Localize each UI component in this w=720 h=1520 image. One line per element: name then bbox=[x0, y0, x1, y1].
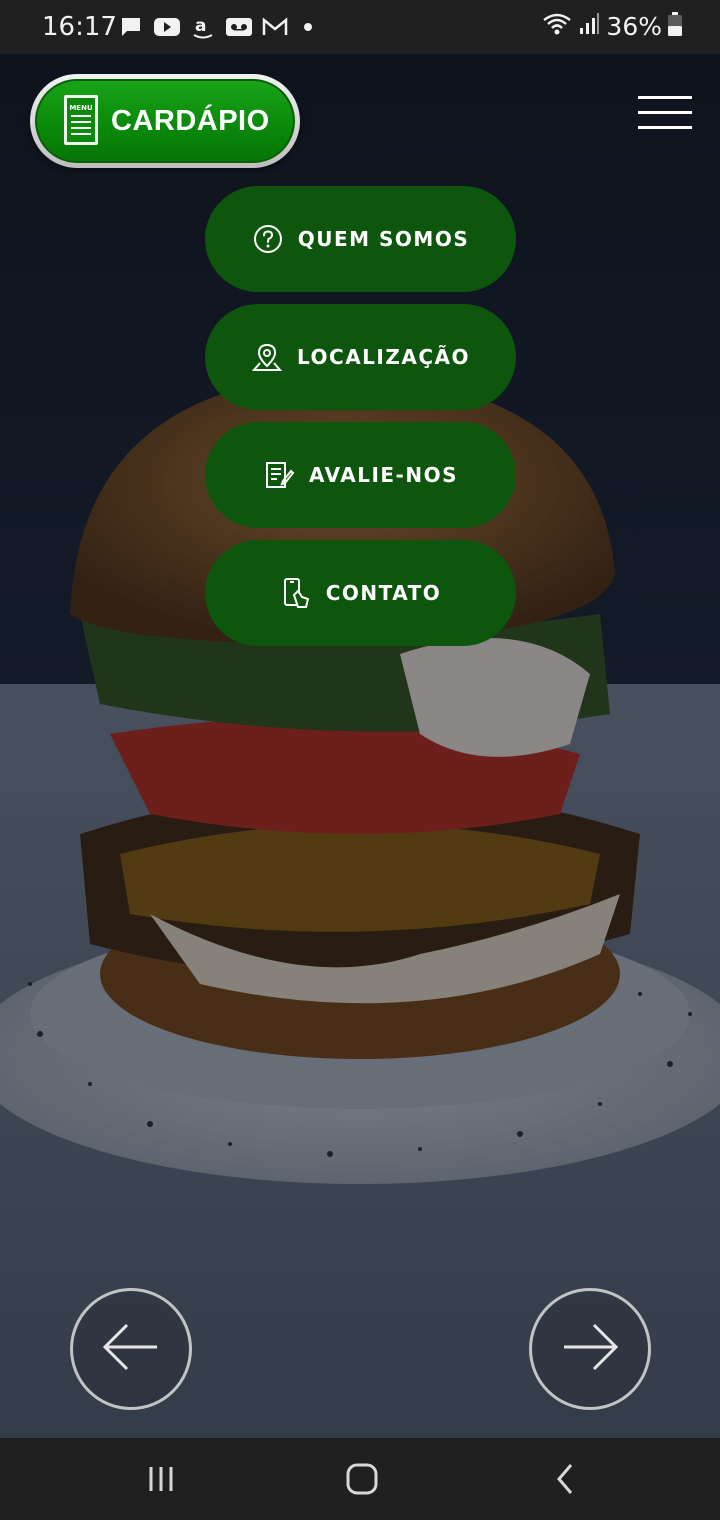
nav-contato-button[interactable]: CONTATO bbox=[205, 540, 516, 646]
arrow-right-icon bbox=[558, 1322, 622, 1377]
recent-apps-icon[interactable] bbox=[136, 1456, 186, 1502]
phone-touch-icon bbox=[280, 577, 312, 609]
logo-title: CARDÁPIO bbox=[111, 104, 270, 137]
system-navigation-bar bbox=[0, 1438, 720, 1520]
review-edit-icon bbox=[263, 459, 295, 491]
clock: 16:17 bbox=[42, 12, 117, 42]
system-status-icons: 36% bbox=[542, 12, 682, 41]
nav-label-quem-somos: QUEM SOMOS bbox=[297, 227, 470, 251]
voicemail-icon bbox=[226, 14, 252, 40]
nav-label-localizacao: LOCALIZAÇÃO bbox=[296, 345, 470, 369]
notification-icons: a bbox=[118, 14, 312, 40]
youtube-icon bbox=[154, 14, 180, 40]
question-circle-icon bbox=[252, 223, 284, 255]
nav-localizacao-button[interactable]: LOCALIZAÇÃO bbox=[205, 304, 516, 410]
more-notifications-dot bbox=[304, 23, 312, 31]
menu-badge-text: MENU bbox=[69, 104, 93, 112]
battery-percent: 36% bbox=[606, 12, 662, 41]
chat-icon bbox=[118, 14, 144, 40]
nav-avalie-nos-button[interactable]: AVALIE-NOS bbox=[205, 422, 516, 528]
svg-text:a: a bbox=[195, 16, 206, 36]
carousel-next-button[interactable] bbox=[529, 1288, 651, 1410]
gmail-icon bbox=[262, 14, 288, 40]
arrow-left-icon bbox=[99, 1322, 163, 1377]
map-pin-icon bbox=[251, 341, 283, 373]
nav-quem-somos-button[interactable]: QUEM SOMOS bbox=[205, 186, 516, 292]
battery-icon bbox=[668, 12, 682, 41]
nav-label-avalie-nos: AVALIE-NOS bbox=[308, 463, 458, 487]
hamburger-icon[interactable] bbox=[638, 96, 692, 132]
menu-booklet-icon: MENU bbox=[63, 91, 99, 152]
carousel-prev-button[interactable] bbox=[70, 1288, 192, 1410]
nav-label-contato: CONTATO bbox=[325, 581, 442, 605]
amazon-icon: a bbox=[190, 14, 216, 40]
back-icon[interactable] bbox=[540, 1456, 590, 1502]
signal-icon bbox=[578, 12, 600, 41]
cardapio-logo-button[interactable]: MENU CARDÁPIO bbox=[30, 74, 300, 168]
status-bar: 16:17 a 36% bbox=[0, 0, 720, 54]
home-icon[interactable] bbox=[337, 1456, 387, 1502]
wifi-icon bbox=[542, 12, 572, 41]
